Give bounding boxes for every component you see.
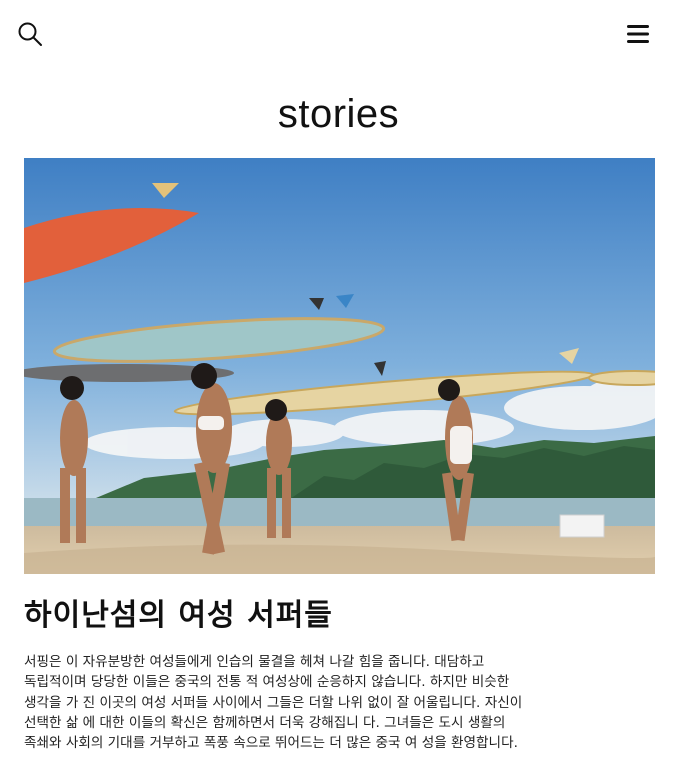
story-hero-image[interactable]: [24, 158, 655, 574]
hamburger-menu-icon: [627, 25, 649, 43]
site-header: [0, 0, 677, 70]
search-icon: [18, 22, 42, 46]
story-title[interactable]: 하이난섬의 여성 서퍼들: [24, 596, 333, 636]
menu-button[interactable]: [627, 24, 651, 44]
search-button[interactable]: [17, 21, 43, 47]
page-title: stories: [277, 92, 400, 136]
story-excerpt: 서핑은 이 자유분방한 여성들에게 인습의 물결을 헤쳐 나갈 힘을 줍니다. …: [24, 654, 523, 752]
